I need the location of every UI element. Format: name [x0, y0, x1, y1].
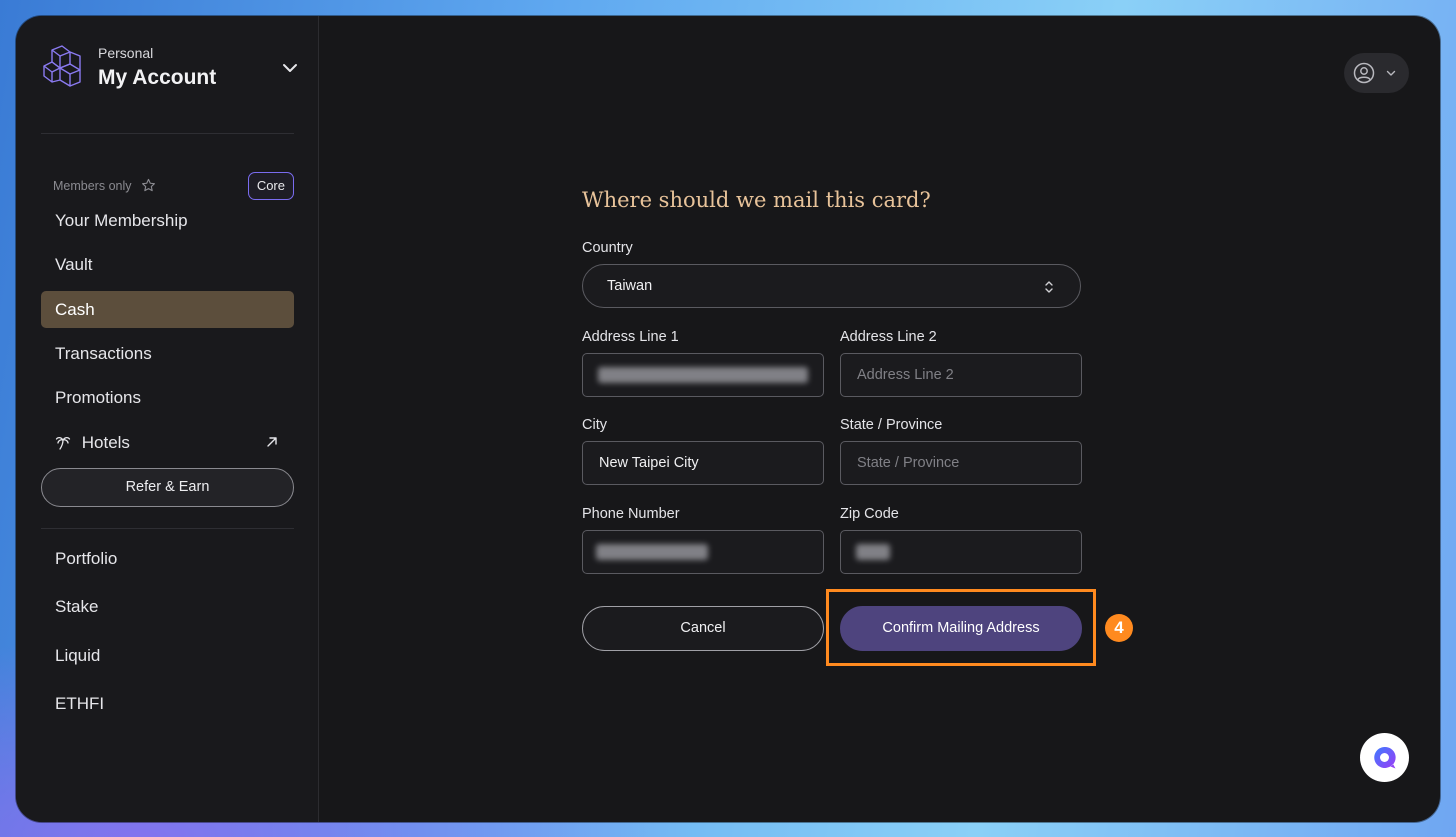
sidebar-item-label: Hotels: [81, 433, 130, 452]
city-input[interactable]: [582, 441, 824, 485]
country-value: Taiwan: [607, 278, 653, 294]
sidebar-item-stake[interactable]: Stake: [41, 588, 294, 625]
sidebar-item-promotions[interactable]: Promotions: [41, 379, 294, 416]
external-link-icon: [267, 437, 277, 447]
chevron-down-icon: [1386, 70, 1396, 76]
address-line-1-label: Address Line 1: [582, 329, 679, 345]
members-only-row: Members only Core: [53, 172, 294, 200]
redacted-text: [598, 367, 808, 383]
phone-number-label: Phone Number: [582, 506, 680, 522]
sidebar-item-cash[interactable]: Cash: [41, 291, 294, 328]
star-icon: [142, 178, 155, 192]
chat-support-button[interactable]: [1360, 733, 1409, 782]
account-title: My Account: [98, 66, 217, 89]
sidebar-item-label: Cash: [55, 300, 95, 319]
country-label: Country: [582, 240, 633, 256]
confirm-mailing-address-button[interactable]: Confirm Mailing Address: [840, 606, 1082, 651]
sidebar: Personal My Account Members only Core Yo…: [16, 16, 319, 822]
state-province-label: State / Province: [840, 417, 943, 433]
sidebar-item-label: Vault: [55, 255, 93, 274]
address-line-2-label: Address Line 2: [840, 329, 937, 345]
sidebar-item-label: Promotions: [55, 388, 141, 407]
address-line-2-input[interactable]: [840, 353, 1082, 397]
sidebar-item-label: Portfolio: [55, 549, 118, 568]
account-type: Personal: [98, 45, 154, 61]
user-circle-icon: [1353, 62, 1375, 84]
step-number-badge: 4: [1105, 614, 1133, 642]
app-window: Personal My Account Members only Core Yo…: [16, 16, 1440, 822]
state-province-input[interactable]: [840, 441, 1082, 485]
sidebar-item-label: Stake: [55, 597, 99, 616]
redacted-text: [596, 544, 708, 560]
redacted-text: [856, 544, 890, 560]
refer-and-earn-button[interactable]: Refer & Earn: [41, 468, 294, 507]
form-title: Where should we mail this card?: [582, 188, 931, 212]
sidebar-item-label: ETHFI: [55, 694, 105, 713]
account-switcher[interactable]: Personal My Account: [40, 42, 300, 98]
sidebar-item-label: Your Membership: [55, 211, 188, 230]
sidebar-item-hotels[interactable]: Hotels: [41, 424, 294, 461]
cancel-button[interactable]: Cancel: [582, 606, 824, 651]
sidebar-divider: [41, 528, 294, 529]
chevron-up-down-icon: [1045, 281, 1053, 293]
zip-code-label: Zip Code: [840, 506, 899, 522]
palm-tree-icon: [55, 436, 71, 450]
members-only-label: Members only: [53, 179, 132, 193]
core-badge: Core: [247, 172, 294, 200]
chat-bubble-icon: [1374, 746, 1396, 769]
sidebar-item-your-membership[interactable]: Your Membership: [41, 202, 294, 239]
chevron-down-icon: [283, 64, 297, 72]
sidebar-item-ethfi[interactable]: ETHFI: [41, 685, 294, 722]
country-select[interactable]: Taiwan: [582, 264, 1081, 308]
profile-menu-button[interactable]: [1344, 53, 1409, 93]
sidebar-item-portfolio[interactable]: Portfolio: [41, 540, 294, 577]
sidebar-item-label: Transactions: [55, 344, 152, 363]
sidebar-item-vault[interactable]: Vault: [41, 246, 294, 283]
sidebar-divider: [41, 133, 294, 134]
logo-icon: [43, 45, 81, 87]
city-label: City: [582, 417, 607, 433]
sidebar-item-label: Liquid: [55, 646, 101, 665]
sidebar-item-transactions[interactable]: Transactions: [41, 335, 294, 372]
sidebar-item-liquid[interactable]: Liquid: [41, 637, 294, 674]
